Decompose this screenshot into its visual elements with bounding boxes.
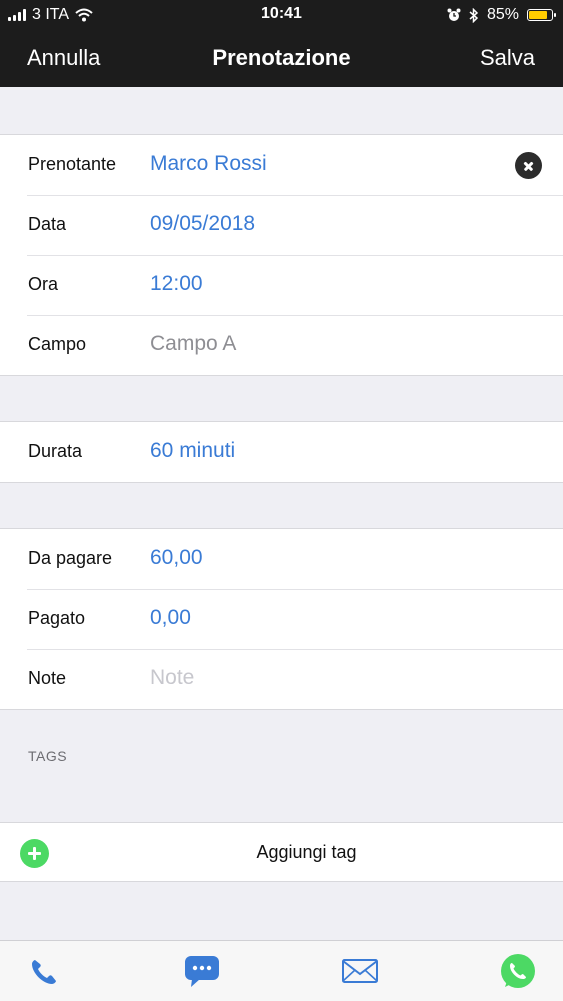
prenotante-label: Prenotante [28, 154, 117, 174]
alarm-icon [447, 8, 461, 21]
navigation-bar: Annulla Prenotazione Salva [0, 30, 563, 87]
action-bar [0, 940, 563, 1001]
whatsapp-icon[interactable] [498, 951, 538, 991]
add-tag-row[interactable]: Aggiungi tag [0, 822, 563, 882]
pagato-row[interactable]: Pagato 0,00 [0, 589, 563, 649]
data-label: Data [28, 214, 67, 234]
ora-row[interactable]: Ora 12:00 [0, 255, 563, 315]
prenotante-value[interactable]: Marco Rossi [150, 152, 267, 176]
battery-level [529, 11, 548, 19]
da-pagare-row[interactable]: Da pagare 60,00 [0, 529, 563, 589]
chat-icon[interactable] [182, 951, 222, 991]
pagato-value[interactable]: 0,00 [150, 606, 191, 630]
save-button[interactable]: Salva [480, 45, 535, 71]
ora-value[interactable]: 12:00 [150, 272, 203, 296]
campo-label: Campo [28, 334, 87, 354]
bluetooth-icon [469, 7, 479, 23]
booking-section: Prenotante Marco Rossi Data 09/05/2018 O… [0, 134, 563, 376]
data-row[interactable]: Data 09/05/2018 [0, 195, 563, 255]
data-value[interactable]: 09/05/2018 [150, 212, 255, 236]
durata-row[interactable]: Durata 60 minuti [0, 422, 563, 482]
durata-label: Durata [28, 441, 83, 461]
mail-icon[interactable] [340, 951, 380, 991]
note-input[interactable]: Note [150, 666, 194, 690]
status-bar: 3 ITA 10:41 85% [0, 0, 563, 30]
battery-percent: 85% [486, 6, 519, 23]
da-pagare-label: Da pagare [28, 548, 113, 568]
cancel-button[interactable]: Annulla [27, 45, 100, 71]
pagato-label: Pagato [28, 608, 86, 628]
note-label: Note [28, 668, 67, 688]
payment-section: Da pagare 60,00 Pagato 0,00 Note Note [0, 528, 563, 710]
durata-value[interactable]: 60 minuti [150, 439, 235, 463]
note-row[interactable]: Note Note [0, 649, 563, 709]
tags-header: TAGS [28, 748, 68, 764]
clear-icon[interactable] [515, 152, 542, 179]
prenotante-row[interactable]: Prenotante Marco Rossi [0, 135, 563, 195]
duration-section: Durata 60 minuti [0, 421, 563, 483]
campo-row[interactable]: Campo Campo A [0, 315, 563, 375]
da-pagare-value[interactable]: 60,00 [150, 546, 203, 570]
ora-label: Ora [28, 274, 59, 294]
phone-icon[interactable] [25, 951, 65, 991]
add-tag-label: Aggiungi tag [256, 842, 357, 862]
status-right: 85% [447, 6, 556, 24]
campo-value[interactable]: Campo A [150, 332, 236, 356]
battery-icon [527, 9, 556, 21]
